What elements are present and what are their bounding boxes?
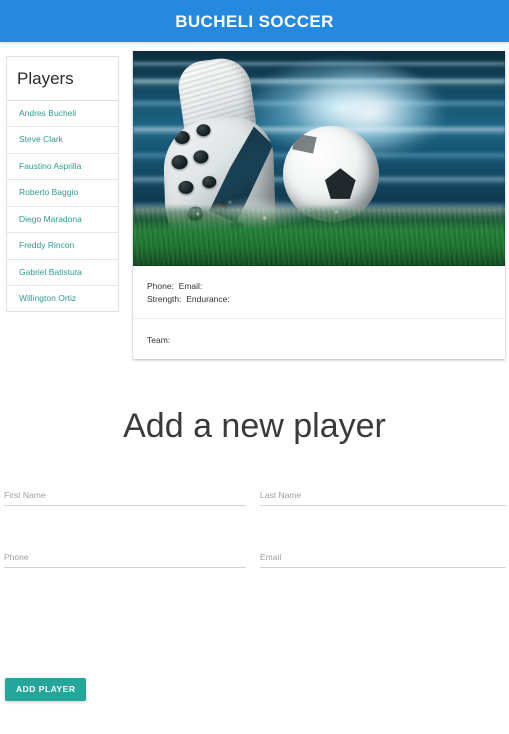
last-name-input[interactable] xyxy=(260,488,506,507)
first-name-field xyxy=(4,485,246,507)
sidebar-item-player-3[interactable]: Faustino Asprilla xyxy=(7,154,118,181)
add-player-button[interactable]: Add Player xyxy=(5,677,87,701)
sidebar-item-player-6[interactable]: Freddy Rincon xyxy=(7,233,118,260)
player-team-section: Team: xyxy=(133,318,505,359)
soccer-ball-image xyxy=(133,51,505,266)
add-player-section: Add a new player Add Player xyxy=(0,400,509,701)
player-attributes-line: Strength: Endurance: xyxy=(147,294,230,305)
water-spray xyxy=(170,190,401,230)
players-sidebar-header: Players xyxy=(7,57,118,101)
player-detail-content: Phone: Email: Strength: Endurance: xyxy=(133,266,505,306)
sidebar-item-player-2[interactable]: Steve Clark xyxy=(7,127,118,154)
top-navbar: BUCHELI SOCCER xyxy=(0,0,509,42)
email-input[interactable] xyxy=(260,550,506,569)
player-team-label: Team: xyxy=(147,335,171,346)
phone-field xyxy=(4,547,246,569)
sidebar-item-player-4[interactable]: Roberto Baggio xyxy=(7,180,118,207)
sidebar-item-player-1[interactable]: Andres Bucheli xyxy=(7,101,118,128)
sidebar-item-player-5[interactable]: Diego Maradona xyxy=(7,207,118,234)
phone-input[interactable] xyxy=(4,550,246,569)
app-title: BUCHELI SOCCER xyxy=(175,11,334,31)
player-contact-line: Phone: Email: xyxy=(147,281,203,291)
first-name-input[interactable] xyxy=(4,488,246,507)
player-detail-card: Phone: Email: Strength: Endurance: Team: xyxy=(133,51,505,360)
sidebar-item-player-7[interactable]: Gabriel Batistuta xyxy=(7,260,118,286)
last-name-field xyxy=(260,485,506,507)
players-sidebar: Players Andres Bucheli Steve Clark Faust… xyxy=(6,56,119,313)
add-player-title: Add a new player xyxy=(123,407,386,445)
email-field xyxy=(260,547,506,569)
sidebar-item-player-8[interactable]: Willington Ortiz xyxy=(7,286,118,311)
